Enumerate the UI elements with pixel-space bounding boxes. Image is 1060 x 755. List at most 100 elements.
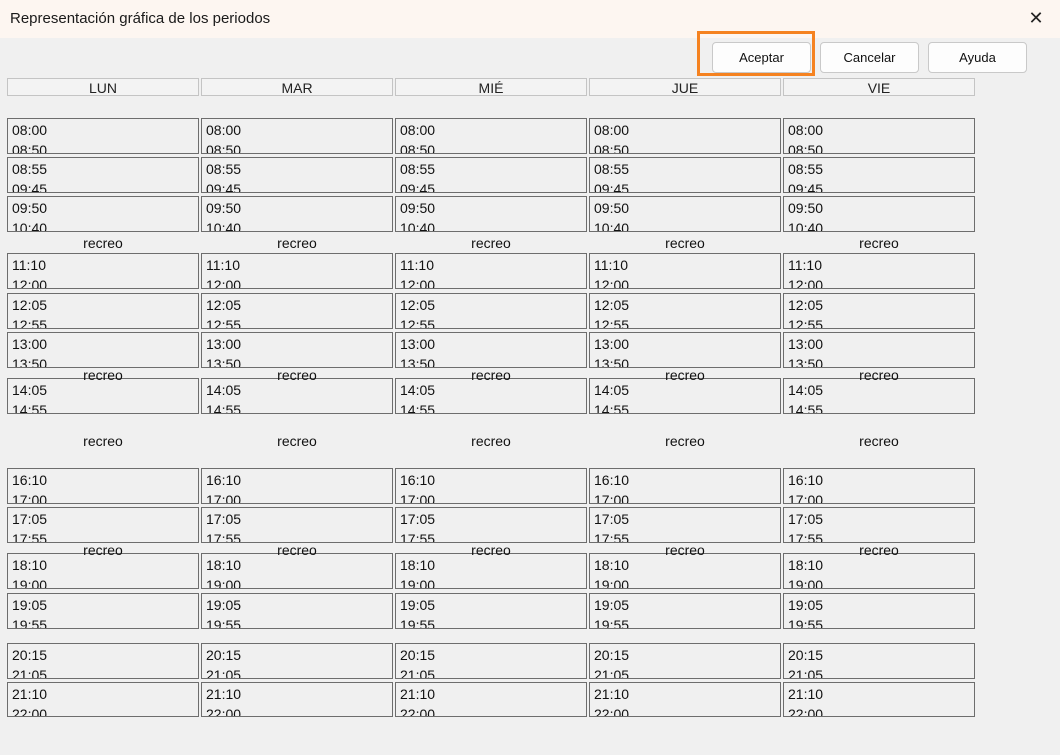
period-start: 16:10 [206,472,242,488]
day-header: VIE [783,78,975,96]
period-cell[interactable]: 18:10 19:00 [783,553,975,589]
period-cell[interactable]: 08:55 09:45 [589,157,781,193]
period-cell[interactable]: 21:10 22:00 [7,682,199,717]
period-end: 22:00 [206,706,242,717]
period-cell[interactable]: 12:05 12:55 [201,293,393,329]
period-cell[interactable]: 12:05 12:55 [395,293,587,329]
period-start: 11:10 [788,257,822,273]
period-cell[interactable]: 16:10 17:00 [395,468,587,504]
period-end: 09:45 [788,181,824,193]
period-cell[interactable]: 13:00 13:50 [7,332,199,368]
period-start: 11:10 [206,257,240,273]
period-cell[interactable]: 08:55 09:45 [201,157,393,193]
period-cell[interactable]: 12:05 12:55 [589,293,781,329]
period-cell[interactable]: 14:05 14:55 [783,378,975,414]
period-cell[interactable]: 13:00 13:50 [589,332,781,368]
period-start: 12:05 [594,297,630,313]
period-end: 19:55 [788,617,824,629]
period-cell[interactable]: 14:05 14:55 [589,378,781,414]
period-cell[interactable]: 08:55 09:45 [395,157,587,193]
period-end: 12:00 [206,277,242,289]
period-end: 12:00 [400,277,436,289]
period-start: 08:00 [400,122,436,138]
accept-button[interactable]: Aceptar [712,42,811,73]
period-start: 18:10 [788,557,824,573]
period-cell[interactable]: 13:00 13:50 [395,332,587,368]
period-cell[interactable]: 18:10 19:00 [201,553,393,589]
period-cell[interactable]: 18:10 19:00 [589,553,781,589]
period-cell[interactable]: 08:00 08:50 [7,118,199,154]
period-cell[interactable]: 21:10 22:00 [589,682,781,717]
period-start: 09:50 [788,200,824,216]
period-end: 09:45 [12,181,48,193]
period-cell[interactable]: 09:50 10:40 [7,196,199,232]
period-start: 14:05 [594,382,630,398]
period-cell[interactable]: 11:10 12:00 [201,253,393,289]
period-cell[interactable]: 11:10 12:00 [7,253,199,289]
period-cell[interactable]: 14:05 14:55 [7,378,199,414]
period-cell[interactable]: 16:10 17:00 [201,468,393,504]
period-cell[interactable]: 20:15 21:05 [7,643,199,679]
period-cell[interactable]: 16:10 17:00 [589,468,781,504]
period-cell[interactable]: 21:10 22:00 [201,682,393,717]
period-cell[interactable]: 17:05 17:55 [395,507,587,543]
period-cell[interactable]: 13:00 13:50 [783,332,975,368]
period-cell[interactable]: 19:05 19:55 [7,593,199,629]
period-cell[interactable]: 09:50 10:40 [201,196,393,232]
period-cell[interactable]: 21:10 22:00 [395,682,587,717]
period-start: 17:05 [12,511,48,527]
period-cell[interactable]: 19:05 19:55 [395,593,587,629]
close-icon[interactable]: ✕ [1024,6,1048,30]
period-cell[interactable]: 20:15 21:05 [589,643,781,679]
period-cell[interactable]: 13:00 13:50 [201,332,393,368]
period-cell[interactable]: 19:05 19:55 [783,593,975,629]
period-cell[interactable]: 16:10 17:00 [783,468,975,504]
period-cell[interactable]: 08:00 08:50 [783,118,975,154]
period-cell[interactable]: 17:05 17:55 [201,507,393,543]
period-start: 09:50 [594,200,630,216]
period-cell[interactable]: 20:15 21:05 [201,643,393,679]
period-start: 17:05 [788,511,824,527]
period-end: 09:45 [400,181,436,193]
period-cell[interactable]: 08:00 08:50 [201,118,393,154]
period-cell[interactable]: 14:05 14:55 [395,378,587,414]
period-cell[interactable]: 14:05 14:55 [201,378,393,414]
period-start: 20:15 [594,647,630,663]
period-cell[interactable]: 08:00 08:50 [395,118,587,154]
period-start: 11:10 [400,257,434,273]
period-end: 19:00 [206,577,242,589]
period-cell[interactable]: 09:50 10:40 [589,196,781,232]
period-cell[interactable]: 12:05 12:55 [783,293,975,329]
period-cell[interactable]: 21:10 22:00 [783,682,975,717]
period-cell[interactable]: 08:00 08:50 [589,118,781,154]
period-start: 09:50 [400,200,436,216]
period-cell[interactable]: 11:10 12:00 [589,253,781,289]
period-cell[interactable]: 16:10 17:00 [7,468,199,504]
period-start: 08:00 [206,122,242,138]
period-cell[interactable]: 11:10 12:00 [395,253,587,289]
period-cell[interactable]: 11:10 12:00 [783,253,975,289]
period-cell[interactable]: 17:05 17:55 [7,507,199,543]
period-start: 13:00 [400,336,436,352]
period-cell[interactable]: 08:55 09:45 [7,157,199,193]
period-start: 16:10 [788,472,824,488]
period-cell[interactable]: 12:05 12:55 [7,293,199,329]
period-cell[interactable]: 19:05 19:55 [589,593,781,629]
period-start: 09:50 [206,200,242,216]
period-cell[interactable]: 08:55 09:45 [783,157,975,193]
period-end: 10:40 [206,220,242,232]
period-cell[interactable]: 09:50 10:40 [395,196,587,232]
period-start: 18:10 [12,557,48,573]
period-cell[interactable]: 18:10 19:00 [395,553,587,589]
period-cell[interactable]: 20:15 21:05 [783,643,975,679]
period-cell[interactable]: 20:15 21:05 [395,643,587,679]
period-cell[interactable]: 18:10 19:00 [7,553,199,589]
period-cell[interactable]: 17:05 17:55 [589,507,781,543]
period-start: 18:10 [206,557,242,573]
help-button[interactable]: Ayuda [928,42,1027,73]
period-cell[interactable]: 09:50 10:40 [783,196,975,232]
period-cell[interactable]: 17:05 17:55 [783,507,975,543]
period-start: 13:00 [594,336,630,352]
cancel-button[interactable]: Cancelar [820,42,919,73]
period-cell[interactable]: 19:05 19:55 [201,593,393,629]
